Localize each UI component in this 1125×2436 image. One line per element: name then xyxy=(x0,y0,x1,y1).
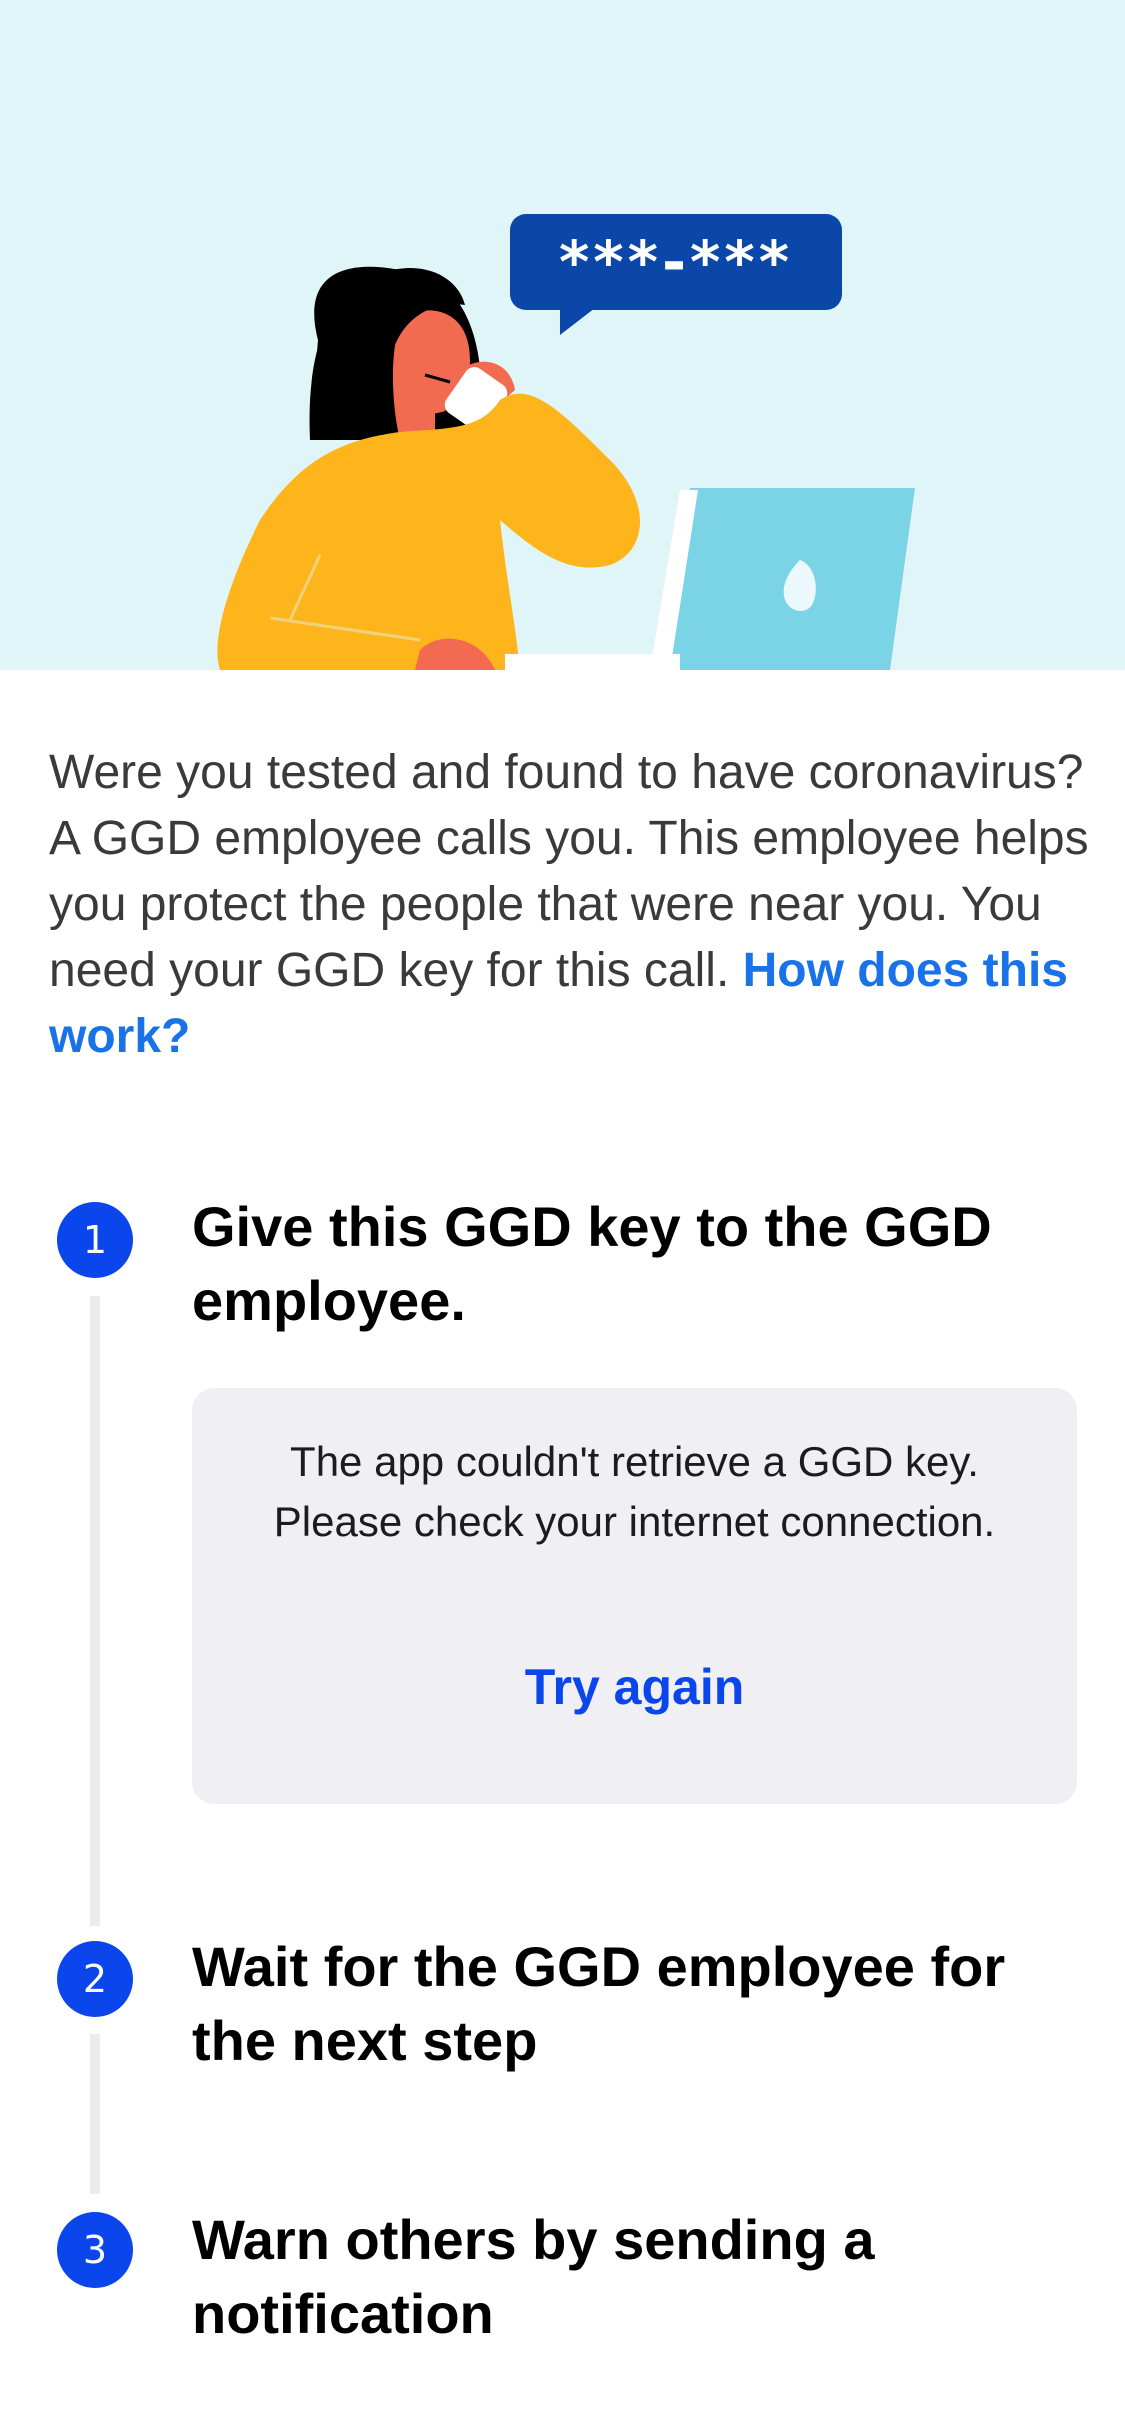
error-message: The app couldn't retrieve a GGD key. Ple… xyxy=(273,1438,996,1545)
step-1-title: Give this GGD key to the GGD employee. xyxy=(192,1195,992,1332)
step-3-number: 3 xyxy=(57,2212,133,2288)
step-2-title: Wait for the GGD employee for the next s… xyxy=(192,1935,1006,2072)
step-3-title: Warn others by sending a notification xyxy=(192,2208,875,2345)
intro-text: Were you tested and found to have corona… xyxy=(49,740,1089,1070)
hero-illustration: ***-*** xyxy=(0,0,1125,670)
bubble-code: ***-*** xyxy=(559,228,793,296)
step-2-number: 2 xyxy=(57,1941,133,2017)
step-2-connector xyxy=(90,2034,100,2194)
step-1-number: 1 xyxy=(57,1202,133,1278)
try-again-button[interactable]: Try again xyxy=(192,1658,1077,1716)
step-1-connector xyxy=(90,1296,100,1926)
person-on-phone-illustration: ***-*** xyxy=(217,214,915,670)
speech-bubble: ***-*** xyxy=(510,214,842,335)
ggd-key-error-card: The app couldn't retrieve a GGD key. Ple… xyxy=(192,1388,1077,1804)
